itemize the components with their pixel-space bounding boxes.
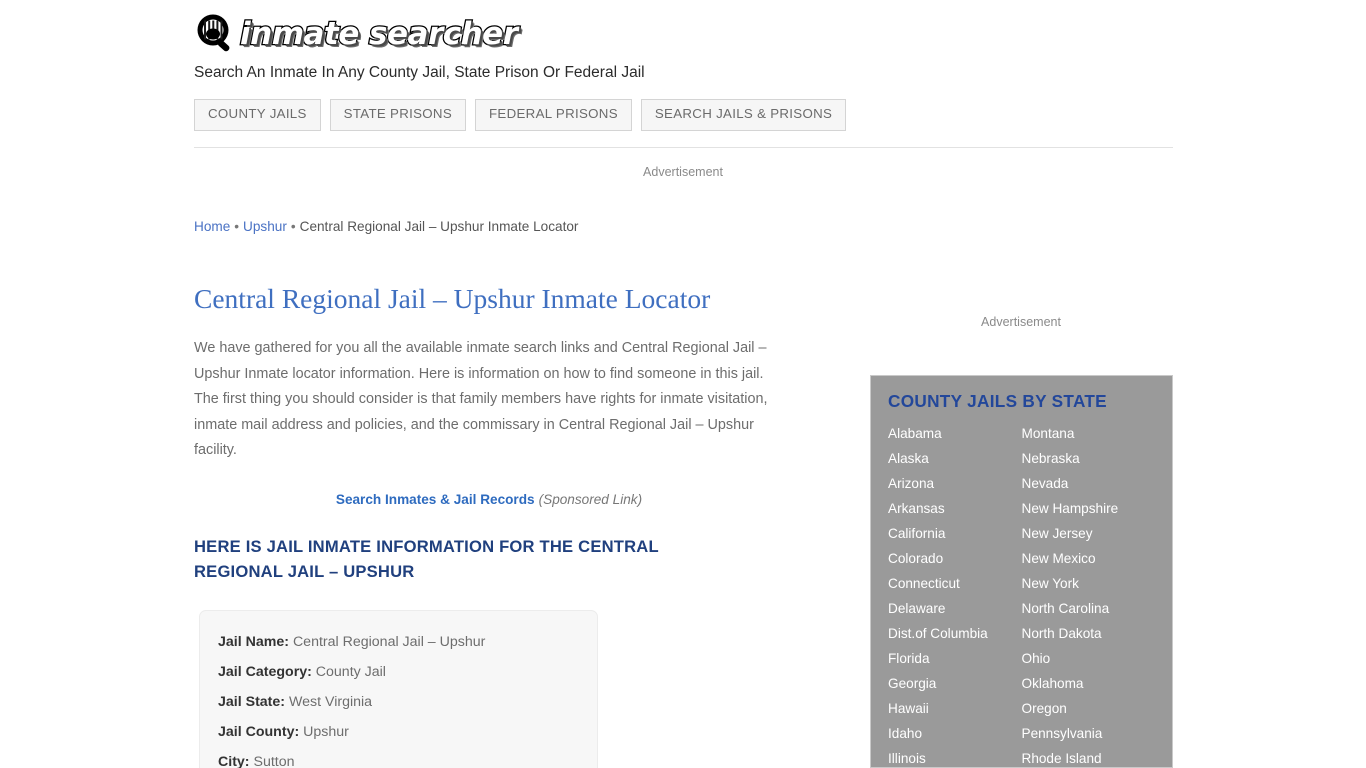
state-link-oregon[interactable]: Oregon <box>1022 696 1156 721</box>
search-inmates-jail-records-link[interactable]: Search Inmates & Jail Records <box>336 492 535 507</box>
intro-paragraph: We have gathered for you all the availab… <box>194 340 768 458</box>
nav-item-state-prisons[interactable]: STATE PRISONS <box>329 99 466 131</box>
site-header: inmate searcher Search An Inmate In Any … <box>194 12 1174 131</box>
breadcrumb-separator-1: • <box>234 219 240 234</box>
main-content: Home • Upshur • Central Regional Jail – Upsh… <box>194 219 794 768</box>
state-link-connecticut[interactable]: Connecticut <box>888 571 1022 596</box>
state-link-california[interactable]: California <box>888 521 1022 546</box>
page-title: Central Regional Jail – Upshur Inmate Lo… <box>194 283 711 315</box>
state-link-alaska[interactable]: Alaska <box>888 446 1022 471</box>
breadcrumb-current: Central Regional Jail – Upshur Inmate Lo… <box>299 219 579 234</box>
info-row-jail-category: Jail Category: County Jail <box>218 657 579 687</box>
info-row-jail-county: Jail County: Upshur <box>218 717 579 747</box>
state-link-nebraska[interactable]: Nebraska <box>1022 446 1156 471</box>
info-row-city: City: Sutton <box>218 747 579 768</box>
state-link-new-mexico[interactable]: New Mexico <box>1022 546 1156 571</box>
info-value-jail-category: County Jail <box>315 664 386 681</box>
state-links-columns: Alabama Alaska Arizona Arkansas California Co… <box>888 421 1156 767</box>
county-jails-by-state-widget: COUNTY JAILS BY STATE Alabama Alaska Arizo… <box>870 375 1173 768</box>
state-link-north-dakota[interactable]: North Dakota <box>1022 621 1156 646</box>
state-column-right: Montana Nebraska Nevada New Hampshire New Je… <box>1022 421 1156 767</box>
info-row-jail-state: Jail State: West Virginia <box>218 687 579 717</box>
sponsored-link-row: Search Inmates & Jail Records (Sponsored … <box>194 492 784 507</box>
state-link-colorado[interactable]: Colorado <box>888 546 1022 571</box>
state-link-montana[interactable]: Montana <box>1022 421 1156 446</box>
nav-item-search-jails-prisons[interactable]: SEARCH JAILS & PRISONS <box>640 99 847 131</box>
info-label-jail-state: Jail State: <box>218 694 286 711</box>
info-label-jail-name: Jail Name: <box>218 634 289 651</box>
info-value-jail-name: Central Regional Jail – Upshur <box>292 634 486 651</box>
breadcrumb-county[interactable]: Upshur <box>243 219 287 234</box>
site-logo[interactable]: inmate searcher <box>194 12 1174 56</box>
state-link-georgia[interactable]: Georgia <box>888 671 1022 696</box>
advertisement-label-top: Advertisement <box>643 165 723 179</box>
magnifier-jail-bars-icon <box>194 13 238 55</box>
info-row-jail-name: Jail Name: Central Regional Jail – Upshu… <box>218 627 579 657</box>
section-heading: HERE IS JAIL INMATE INFORMATION FOR THE … <box>194 537 659 582</box>
widget-title: COUNTY JAILS BY STATE <box>888 391 1107 411</box>
state-link-ohio[interactable]: Ohio <box>1022 646 1156 671</box>
state-link-new-york[interactable]: New York <box>1022 571 1156 596</box>
state-link-nevada[interactable]: Nevada <box>1022 471 1156 496</box>
state-link-florida[interactable]: Florida <box>888 646 1022 671</box>
state-link-new-jersey[interactable]: New Jersey <box>1022 521 1156 546</box>
state-link-arkansas[interactable]: Arkansas <box>888 496 1022 521</box>
sponsored-note: (Sponsored Link) <box>538 492 643 508</box>
state-link-pennsylvania[interactable]: Pennsylvania <box>1022 721 1156 746</box>
breadcrumb-home[interactable]: Home <box>194 219 230 234</box>
info-label-jail-category: Jail Category: <box>218 664 312 681</box>
info-label-city: City: <box>218 754 250 768</box>
state-link-north-carolina[interactable]: North Carolina <box>1022 596 1156 621</box>
state-link-arizona[interactable]: Arizona <box>888 471 1022 496</box>
state-link-oklahoma[interactable]: Oklahoma <box>1022 671 1156 696</box>
breadcrumb: Home • Upshur • Central Regional Jail – Upsh… <box>194 219 794 235</box>
jail-info-box: Jail Name: Central Regional Jail – Upshu… <box>199 610 598 768</box>
state-link-new-hampshire[interactable]: New Hampshire <box>1022 496 1156 521</box>
state-link-dist-of-columbia[interactable]: Dist.of Columbia <box>888 621 1022 646</box>
info-label-jail-county: Jail County: <box>218 724 300 741</box>
state-link-delaware[interactable]: Delaware <box>888 596 1022 621</box>
state-link-rhode-island[interactable]: Rhode Island <box>1022 746 1156 767</box>
info-value-jail-county: Upshur <box>303 724 349 741</box>
state-link-alabama[interactable]: Alabama <box>888 421 1022 446</box>
state-link-illinois[interactable]: Illinois <box>888 746 1022 767</box>
logo-wordmark: inmate searcher <box>239 15 520 54</box>
site-tagline: Search An Inmate In Any County Jail, Sta… <box>194 64 645 81</box>
nav-item-federal-prisons[interactable]: FEDERAL PRISONS <box>475 99 632 131</box>
nav-item-county-jails[interactable]: COUNTY JAILS <box>194 99 321 131</box>
info-value-jail-state: West Virginia <box>288 694 373 711</box>
state-link-hawaii[interactable]: Hawaii <box>888 696 1022 721</box>
page-root: inmate searcher Search An Inmate In Any … <box>0 0 1366 768</box>
state-link-idaho[interactable]: Idaho <box>888 721 1022 746</box>
state-column-left: Alabama Alaska Arizona Arkansas California Co… <box>888 421 1022 767</box>
advertisement-label-sidebar: Advertisement <box>981 315 1061 329</box>
breadcrumb-separator-2: • <box>290 219 296 234</box>
info-value-city: Sutton <box>253 754 295 768</box>
header-divider <box>194 147 1173 148</box>
primary-nav: COUNTY JAILS STATE PRISONS FEDERAL PRISO… <box>194 99 1174 131</box>
